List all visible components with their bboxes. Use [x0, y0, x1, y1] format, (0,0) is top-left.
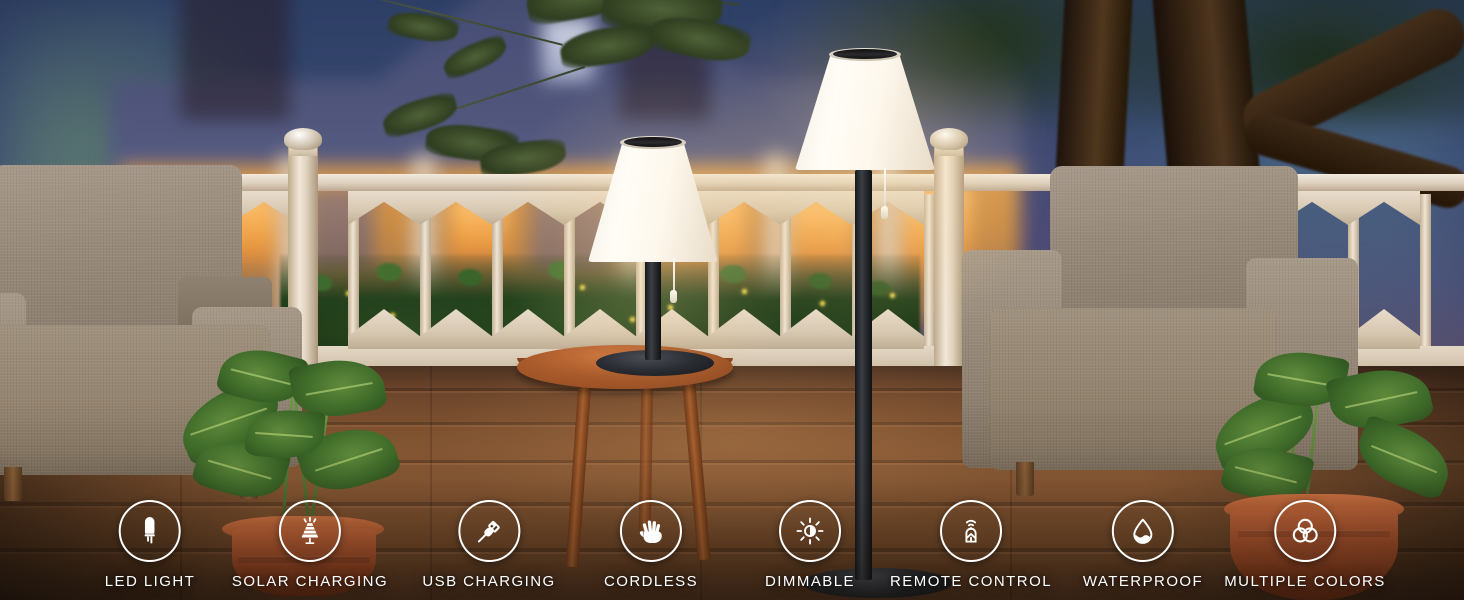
leaf-vein [315, 447, 384, 472]
leaf-cluster [386, 8, 460, 46]
feature-icons-strip: LED LIGHT SOLAR CHARGING USB CHARGING CO… [0, 480, 1464, 600]
feature-label: SOLAR CHARGING [231, 573, 389, 590]
railing-baluster [1420, 194, 1431, 346]
floor-lamp-pull-chain[interactable] [884, 168, 886, 208]
feature-label: DIMMABLE [765, 573, 855, 590]
feature-multiple-colors[interactable]: MULTIPLE COLORS [1224, 500, 1386, 590]
leaf-vein [1266, 373, 1333, 387]
leaf-vein [305, 381, 373, 396]
leaf-vein [1344, 391, 1418, 409]
floor-lamp-pull-knob[interactable] [881, 206, 888, 219]
leaf-vein [1371, 445, 1438, 474]
water-droplet-icon [1111, 500, 1174, 562]
solar-panel-icon [278, 500, 341, 562]
table-lamp-post [645, 255, 661, 360]
feature-waterproof[interactable]: WATERPROOF [1083, 500, 1203, 590]
feature-led-light[interactable]: LED LIGHT [105, 500, 196, 590]
leaf-vein [1224, 415, 1302, 445]
color-circles-icon [1273, 500, 1336, 562]
feature-cordless[interactable]: CORDLESS [604, 500, 698, 590]
feature-label: WATERPROOF [1082, 573, 1204, 590]
feature-label: USB CHARGING [422, 573, 556, 590]
feature-dimmable[interactable]: DIMMABLE [765, 500, 855, 590]
open-hand-icon [620, 500, 682, 562]
leaf-vein [207, 459, 273, 480]
feature-label: MULTIPLE COLORS [1224, 573, 1386, 590]
porch-shadow-left [180, 0, 290, 120]
post-cap [284, 128, 322, 150]
feature-usb-charging[interactable]: USB CHARGING [422, 500, 555, 590]
right-armchair[interactable] [962, 160, 1402, 520]
leaf-vein [255, 431, 314, 438]
feature-remote-control[interactable]: REMOTE CONTROL [890, 500, 1052, 590]
leaf-vein [230, 368, 292, 386]
usb-plug-icon [458, 500, 520, 562]
floor-lamp-solar-cap [833, 49, 897, 59]
leaf-cluster [557, 21, 659, 71]
sun-dimmer-icon [778, 500, 841, 562]
leaf-cluster [647, 10, 753, 68]
table-lamp-solar-cap [624, 137, 682, 147]
table-lamp-pull-knob[interactable] [670, 290, 677, 303]
product-lifestyle-banner: LED LIGHT SOLAR CHARGING USB CHARGING CO… [0, 0, 1464, 600]
remote-control-icon [939, 500, 1002, 562]
feature-label: REMOTE CONTROL [890, 573, 1052, 590]
feature-solar-charging[interactable]: SOLAR CHARGING [232, 500, 388, 590]
feature-label: CORDLESS [603, 573, 699, 590]
table-lamp-pull-chain[interactable] [673, 258, 675, 292]
led-bulb-icon [118, 500, 181, 562]
feature-label: LED LIGHT [104, 573, 196, 590]
leaf-cluster [439, 32, 511, 82]
post-cap [930, 128, 968, 150]
railing-post [930, 128, 968, 386]
